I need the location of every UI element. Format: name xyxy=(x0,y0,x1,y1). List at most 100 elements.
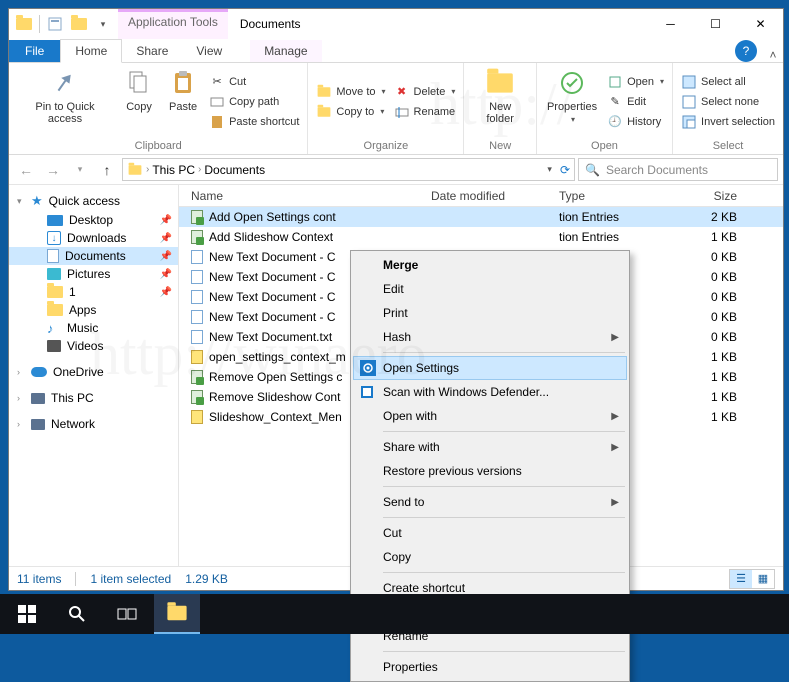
search-input[interactable]: 🔍 Search Documents xyxy=(578,158,778,181)
select-none-button[interactable]: Select none xyxy=(679,93,777,111)
sidebar-item-videos[interactable]: Videos xyxy=(9,337,178,355)
recent-dropdown-icon[interactable]: ▾ xyxy=(68,158,92,182)
copy-path-button[interactable]: Copy path xyxy=(207,93,301,111)
tab-manage[interactable]: Manage xyxy=(250,40,321,62)
copy-to-icon xyxy=(316,104,332,120)
sidebar-item-this-pc[interactable]: ›This PC xyxy=(9,389,178,407)
file-name: Slideshow_Context_Men xyxy=(209,410,342,424)
sidebar-item-desktop[interactable]: Desktop📌 xyxy=(9,211,178,229)
crumb-this-pc[interactable]: This PC xyxy=(152,163,195,177)
select-none-icon xyxy=(681,94,697,110)
tab-view[interactable]: View xyxy=(182,40,236,62)
cm-edit[interactable]: Edit xyxy=(353,277,627,301)
thumbnails-view-button[interactable]: ▦ xyxy=(752,570,774,588)
crumb-documents[interactable]: Documents xyxy=(204,163,265,177)
dropdown-icon[interactable]: ▾ xyxy=(547,164,552,175)
window-controls: ─ ☐ ✕ xyxy=(648,10,783,38)
file-name: Add Open Settings cont xyxy=(209,210,336,224)
file-icon xyxy=(191,350,203,364)
cm-send-to[interactable]: Send to▶ xyxy=(353,490,627,514)
select-all-icon xyxy=(681,74,697,90)
sidebar-item-network[interactable]: ›Network xyxy=(9,415,178,433)
shield-icon xyxy=(359,384,375,400)
properties-qat-icon[interactable] xyxy=(44,13,66,35)
cm-cut[interactable]: Cut xyxy=(353,521,627,545)
desktop-icon xyxy=(47,215,63,226)
explorer-taskbar-button[interactable] xyxy=(154,594,200,634)
delete-button[interactable]: ✖Delete▾ xyxy=(392,83,458,101)
qat-dropdown-icon[interactable]: ▾ xyxy=(92,13,114,35)
sidebar-item-onedrive[interactable]: ›OneDrive xyxy=(9,363,178,381)
history-button[interactable]: 🕘History xyxy=(605,113,666,131)
cm-print[interactable]: Print xyxy=(353,301,627,325)
paste-button[interactable]: Paste xyxy=(161,65,205,138)
sidebar-item-quick-access[interactable]: ▾★Quick access xyxy=(9,191,178,211)
rename-button[interactable]: Rename xyxy=(392,103,458,121)
view-toggle: ☰ ▦ xyxy=(729,569,775,589)
breadcrumb[interactable]: › This PC › Documents ▾ ⟳ xyxy=(122,158,575,181)
new-folder-button[interactable]: New folder xyxy=(468,65,532,138)
help-button[interactable]: ? xyxy=(735,40,757,62)
forward-button[interactable]: → xyxy=(41,158,65,182)
chevron-right-icon: › xyxy=(198,164,201,175)
address-bar: ← → ▾ ↑ › This PC › Documents ▾ ⟳ 🔍 Sear… xyxy=(9,155,783,185)
copy-button[interactable]: Copy xyxy=(117,65,161,138)
close-button[interactable]: ✕ xyxy=(738,10,783,38)
col-name[interactable]: Name xyxy=(179,189,431,203)
cm-restore[interactable]: Restore previous versions xyxy=(353,459,627,483)
cm-share-with[interactable]: Share with▶ xyxy=(353,435,627,459)
open-button[interactable]: Open▾ xyxy=(605,73,666,91)
cm-open-settings[interactable]: Open Settings xyxy=(353,356,627,380)
folder-icon xyxy=(13,13,35,35)
sidebar-item-music[interactable]: ♪Music xyxy=(9,319,178,337)
cm-properties[interactable]: Properties xyxy=(353,655,627,679)
edit-button[interactable]: ✎Edit xyxy=(605,93,666,111)
col-date[interactable]: Date modified xyxy=(431,189,559,203)
search-taskbar-button[interactable] xyxy=(54,595,100,633)
music-icon: ♪ xyxy=(47,321,61,335)
maximize-button[interactable]: ☐ xyxy=(693,10,738,38)
cut-button[interactable]: ✂Cut xyxy=(207,73,301,91)
select-all-button[interactable]: Select all xyxy=(679,73,777,91)
chevron-right-icon: ▶ xyxy=(611,442,619,453)
paste-shortcut-button[interactable]: Paste shortcut xyxy=(207,113,301,131)
cm-scan[interactable]: Scan with Windows Defender... xyxy=(353,380,627,404)
collapse-ribbon-icon[interactable]: ˄ xyxy=(763,48,783,62)
tab-file[interactable]: File xyxy=(9,40,60,62)
minimize-button[interactable]: ─ xyxy=(648,10,693,38)
back-button[interactable]: ← xyxy=(14,158,38,182)
start-button[interactable] xyxy=(4,595,50,633)
copy-icon xyxy=(123,67,155,99)
properties-button[interactable]: Properties▾ xyxy=(541,65,603,138)
sidebar-item-pictures[interactable]: Pictures📌 xyxy=(9,265,178,283)
invert-selection-button[interactable]: Invert selection xyxy=(679,113,777,131)
pin-to-quick-access-button[interactable]: Pin to Quick access xyxy=(13,65,117,138)
col-size[interactable]: Size xyxy=(677,189,747,203)
file-row[interactable]: Add Open Settings conttion Entries2 KB xyxy=(179,207,783,227)
up-button[interactable]: ↑ xyxy=(95,158,119,182)
file-icon xyxy=(191,230,203,244)
file-name: New Text Document - C xyxy=(209,250,336,264)
cm-copy[interactable]: Copy xyxy=(353,545,627,569)
new-folder-qat-icon[interactable] xyxy=(68,13,90,35)
sidebar-item-documents[interactable]: Documents📌 xyxy=(9,247,178,265)
cm-open-with[interactable]: Open with▶ xyxy=(353,404,627,428)
details-view-button[interactable]: ☰ xyxy=(730,570,752,588)
tab-home[interactable]: Home xyxy=(60,39,122,63)
cm-merge[interactable]: Merge xyxy=(353,253,627,277)
taskview-button[interactable] xyxy=(104,595,150,633)
search-placeholder: Search Documents xyxy=(606,163,708,177)
refresh-icon[interactable]: ⟳ xyxy=(560,163,570,177)
col-type[interactable]: Type xyxy=(559,189,677,203)
sidebar-item-one[interactable]: 1📌 xyxy=(9,283,178,301)
copy-to-button[interactable]: Copy to▾ xyxy=(314,103,387,121)
file-size: 1 KB xyxy=(677,410,747,424)
sidebar-item-apps[interactable]: Apps xyxy=(9,301,178,319)
file-row[interactable]: Add Slideshow Contexttion Entries1 KB xyxy=(179,227,783,247)
file-name: New Text Document.txt xyxy=(209,330,332,344)
move-to-button[interactable]: Move to▾ xyxy=(314,83,387,101)
sidebar-item-downloads[interactable]: ↓Downloads📌 xyxy=(9,229,178,247)
cm-hash[interactable]: Hash▶ xyxy=(353,325,627,349)
tab-share[interactable]: Share xyxy=(122,40,182,62)
pin-icon: 📌 xyxy=(160,269,172,280)
